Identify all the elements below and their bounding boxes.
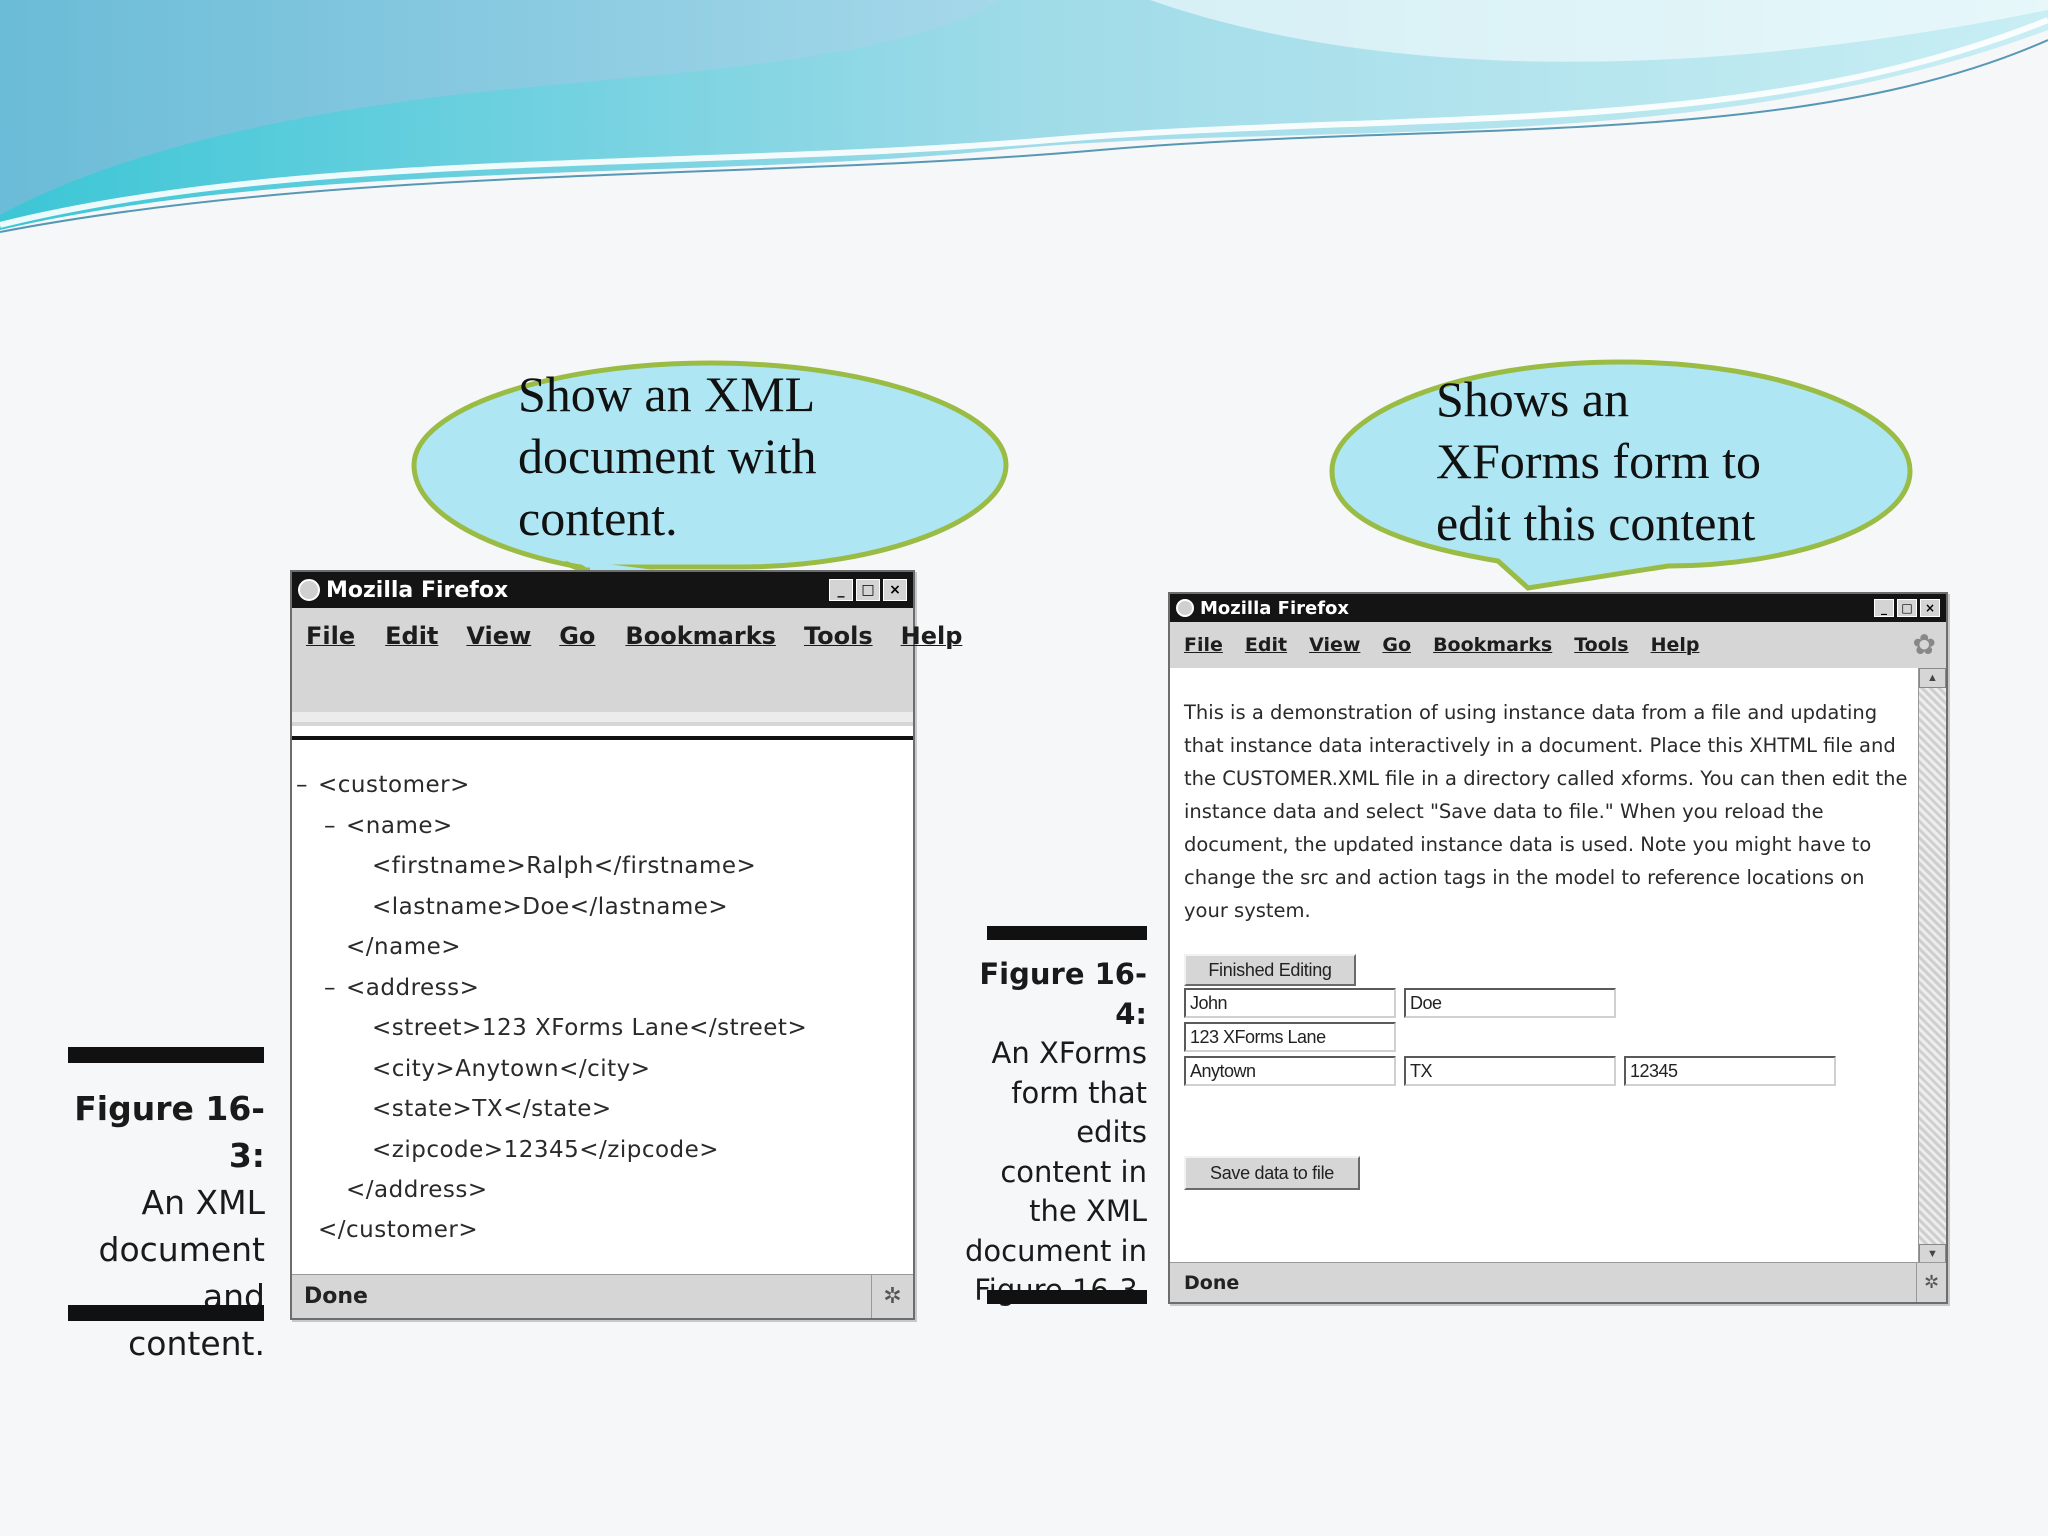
menu-tools[interactable]: Tools [804,622,873,650]
content-divider [292,736,913,740]
callout-right-text: Shows an XForms form to edit this conten… [1436,371,1761,551]
state-field[interactable] [1404,1056,1616,1086]
status-text: Done [1184,1271,1240,1294]
firstname-field[interactable] [1184,988,1396,1018]
xml-line: <street>123 XForms Lane</street> [372,1015,808,1041]
figure-left-line: document [98,1230,266,1269]
callout-left-text: Show an XML document with content. [518,366,817,546]
toolbar-strip [292,712,913,722]
figure-right-top-rule [987,926,1147,940]
window-title: Mozilla Firefox [326,577,509,603]
menu-bar: File Edit View Go Bookmarks Tools Help [292,608,962,726]
maximize-icon[interactable]: □ [1897,599,1917,617]
menu-view[interactable]: View [1309,634,1360,656]
status-gear-icon: ✲ [1916,1263,1946,1302]
throbber-paw-icon: ✿ [1912,628,1936,661]
lastname-field[interactable] [1404,988,1616,1018]
title-bar: Mozilla Firefox _ □ × [292,572,913,608]
xml-line: <city>Anytown</city> [372,1056,651,1082]
header-wave-decoration [0,0,2048,233]
status-bar: Done ✲ [292,1274,913,1318]
window-controls: _ □ × [1874,599,1940,617]
menu-help[interactable]: Help [1651,634,1700,656]
figure-right-line: document in [965,1233,1147,1268]
menu-bookmarks[interactable]: Bookmarks [1433,634,1552,656]
xml-line: – <name> [324,813,453,839]
xml-line: <zipcode>12345</zipcode> [372,1137,720,1163]
menu-view[interactable]: View [466,622,531,650]
collapse-toggle-icon[interactable]: – [324,813,346,839]
xml-line: </name> [346,934,462,960]
vertical-scrollbar[interactable]: ▲ ▼ [1918,668,1946,1264]
collapse-toggle-icon[interactable]: – [324,975,346,1001]
figure-right-line: edits [1076,1115,1147,1149]
menu-tools[interactable]: Tools [1574,634,1628,656]
xml-line: </customer> [318,1217,479,1243]
figure-left-label: Figure 16-3: [74,1089,265,1175]
status-gear-icon: ✲ [871,1275,913,1318]
xml-tree: – <customer> – <name> <firstname>Ralph</fi… [296,772,906,1172]
firefox-logo-icon [1176,599,1194,617]
window-title: Mozilla Firefox [1200,597,1350,619]
menu-edit[interactable]: Edit [385,622,438,650]
figure-right-line: An XForms [991,1036,1147,1070]
xml-line: <state>TX</state> [372,1096,612,1122]
menu-edit[interactable]: Edit [1245,634,1287,656]
figure-right-line: content in [1000,1154,1147,1189]
status-text: Done [304,1284,368,1309]
figure-left-caption: Figure 16-3: An XML document and content… [60,1085,265,1367]
scroll-down-arrow-icon[interactable]: ▼ [1919,1244,1946,1264]
minimize-icon[interactable]: _ [829,579,853,601]
title-bar: Mozilla Firefox _ □ × [1170,594,1946,622]
figure-right-bottom-rule [987,1290,1147,1304]
close-icon[interactable]: × [1920,599,1940,617]
zipcode-field[interactable] [1624,1056,1836,1086]
browser-window-right: Mozilla Firefox _ □ × File Edit View Go … [1168,592,1948,1304]
finished-editing-button[interactable]: Finished Editing [1184,954,1356,986]
callout-right: Shows an XForms form to edit this conten… [1328,356,1914,591]
callout-left: Show an XML document with content. [410,355,1010,575]
status-bar: Done ✲ [1170,1262,1946,1302]
street-field[interactable] [1184,1022,1396,1052]
menu-file[interactable]: File [306,622,355,650]
browser-window-left: Mozilla Firefox _ □ × File Edit View Go … [290,570,962,1320]
menu-bookmarks[interactable]: Bookmarks [625,622,776,650]
city-field[interactable] [1184,1056,1396,1086]
figure-right-label: Figure 16-4: [979,957,1147,1031]
menu-bar: File Edit View Go Bookmarks Tools Help ✿ [1170,622,1946,668]
collapse-toggle-icon[interactable]: – [296,772,318,798]
menu-file[interactable]: File [1184,634,1223,656]
window-controls: _ □ × [829,579,907,601]
figure-right-caption: Figure 16-4: An XForms form that edits c… [965,955,1147,1311]
xml-line: </address> [346,1177,488,1203]
figure-right-line: form that [1011,1075,1147,1110]
xml-tree-tail: </address> </customer> [296,1177,906,1267]
description-text: This is a demonstration of using instanc… [1184,701,1908,922]
close-icon[interactable]: × [883,579,907,601]
figure-left-bottom-rule [68,1305,264,1321]
save-data-button[interactable]: Save data to file [1184,1156,1360,1190]
firefox-logo-icon [298,579,320,601]
scroll-up-arrow-icon[interactable]: ▲ [1919,668,1946,688]
figure-right-line: the XML [1029,1194,1147,1228]
xml-line: <lastname>Doe</lastname> [372,894,729,920]
figure-left-top-rule [68,1047,264,1063]
figure-left-line: An XML [141,1183,265,1222]
xml-line: – <address> [324,975,480,1001]
menu-help[interactable]: Help [901,622,963,650]
minimize-icon[interactable]: _ [1874,599,1894,617]
maximize-icon[interactable]: □ [856,579,880,601]
menu-go[interactable]: Go [559,622,595,650]
xml-line: <firstname>Ralph</firstname> [372,853,757,879]
menu-go[interactable]: Go [1382,634,1411,656]
xml-line: – <customer> [296,772,470,798]
